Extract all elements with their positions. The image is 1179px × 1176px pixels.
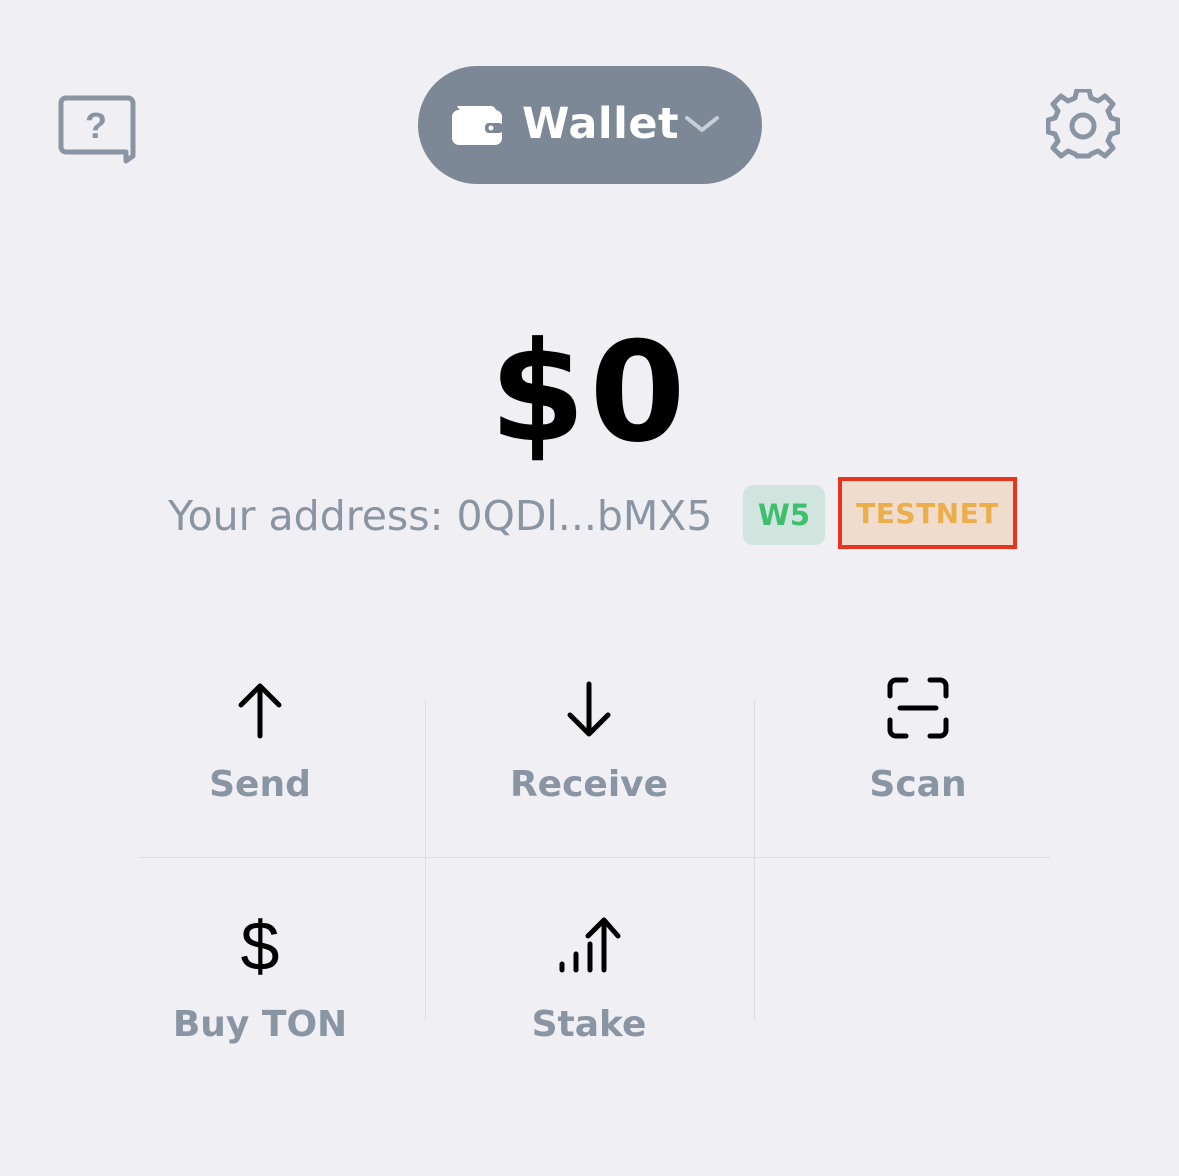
stake-button[interactable]: Stake [425, 900, 753, 1138]
scan-icon [887, 677, 949, 739]
wallet-label: Wallet [522, 99, 680, 149]
buy-ton-label: Buy TON [172, 1004, 348, 1045]
scan-label: Scan [869, 764, 967, 805]
arrow-down-icon [567, 681, 611, 737]
testnet-badge: TESTNET [838, 477, 1017, 549]
buy-ton-button[interactable]: $ Buy TON [96, 900, 424, 1138]
help-chat-icon: ? [58, 95, 136, 164]
wallet-version-badge: W5 [743, 485, 825, 545]
balance-amount: $0 [489, 312, 690, 473]
send-button[interactable]: Send [96, 660, 424, 898]
wallet-address[interactable]: Your address: 0QDl...bMX5 [168, 490, 712, 542]
receive-label: Receive [509, 764, 669, 805]
help-button[interactable]: ? [58, 94, 136, 168]
arrow-up-icon [238, 683, 282, 739]
send-label: Send [209, 764, 311, 805]
scan-button[interactable]: Scan [754, 660, 1082, 898]
settings-button[interactable] [1045, 87, 1121, 163]
dollar-icon: $ [240, 907, 280, 985]
wallet-icon [452, 106, 503, 145]
stake-icon [559, 917, 621, 973]
wallet-selector[interactable]: Wallet [418, 66, 762, 184]
stake-label: Stake [531, 1004, 647, 1045]
receive-button[interactable]: Receive [425, 660, 753, 898]
chevron-down-icon [685, 116, 719, 132]
svg-text:?: ? [85, 105, 107, 146]
gear-icon [1045, 87, 1121, 159]
